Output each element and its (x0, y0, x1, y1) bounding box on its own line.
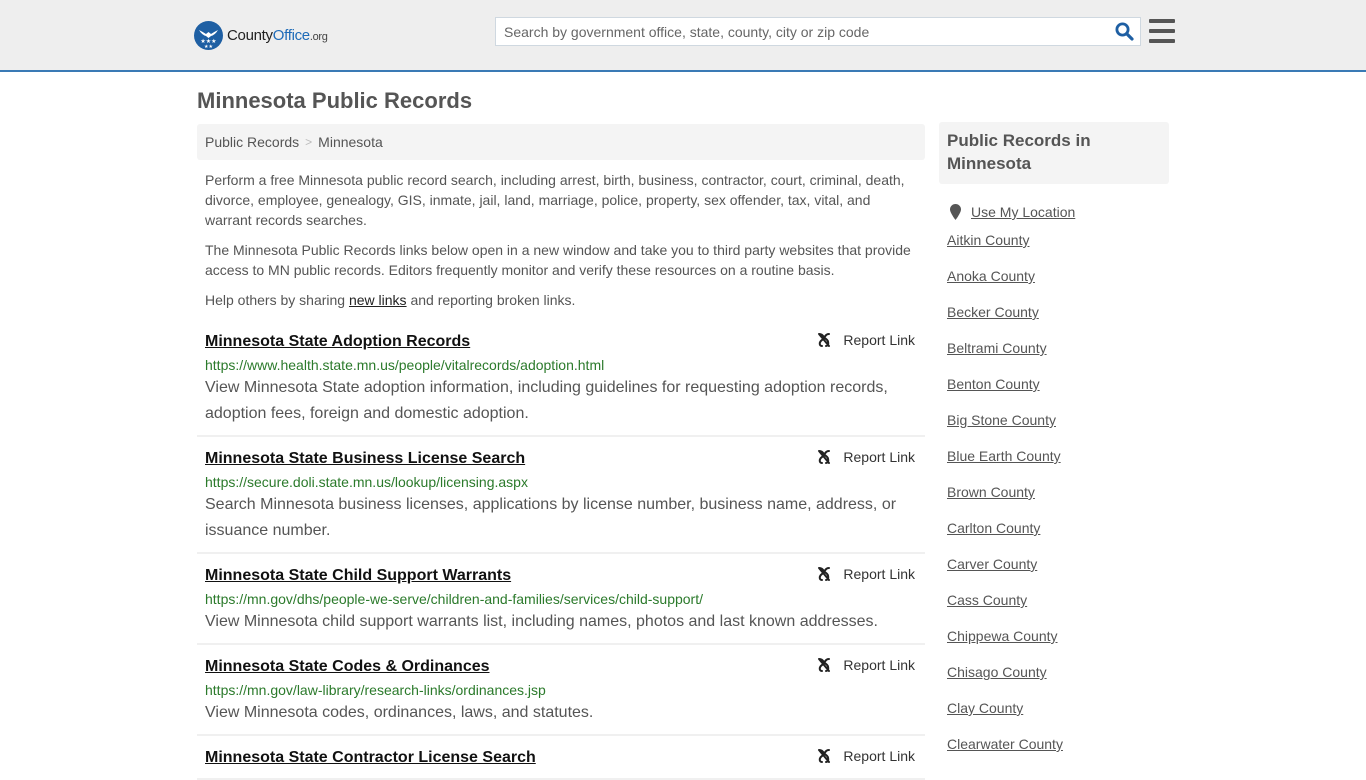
county-item: Blue Earth County (947, 438, 1161, 474)
site-logo[interactable]: ★★★ ★★ CountyOffice.org (194, 20, 328, 50)
site-header: ★★★ ★★ CountyOffice.org (0, 0, 1366, 72)
page-title: Minnesota Public Records (197, 88, 473, 113)
menu-bar (1149, 19, 1175, 23)
county-item: Becker County (947, 294, 1161, 330)
broken-link-icon (818, 658, 831, 672)
sidebar: Public Records in Minnesota Use My Locat… (939, 122, 1169, 762)
county-item: Clearwater County (947, 726, 1161, 762)
broken-link-icon (818, 450, 831, 464)
intro-text: Perform a free Minnesota public record s… (197, 170, 925, 310)
county-link[interactable]: Aitkin County (947, 232, 1029, 248)
breadcrumb-item-public-records[interactable]: Public Records (205, 134, 299, 150)
logo-text: CountyOffice.org (227, 27, 328, 44)
broken-link-icon (818, 333, 831, 347)
record-item: Minnesota State Codes & Ordinances Repor… (197, 645, 925, 736)
county-item: Chippewa County (947, 618, 1161, 654)
menu-bar (1149, 39, 1175, 43)
report-link-button[interactable]: Report Link (816, 566, 915, 582)
county-item: Carlton County (947, 510, 1161, 546)
county-item: Chisago County (947, 654, 1161, 690)
breadcrumb-item-minnesota[interactable]: Minnesota (318, 134, 383, 150)
record-url[interactable]: https://secure.doli.state.mn.us/lookup/l… (205, 472, 917, 492)
logo-text-org: .org (309, 30, 328, 43)
records-list: Minnesota State Adoption Records Report … (197, 326, 925, 780)
record-description: Search Minnesota business licenses, appl… (205, 496, 897, 539)
report-link-button[interactable]: Report Link (816, 449, 915, 465)
record-title-link[interactable]: Minnesota State Business License Search (205, 447, 525, 471)
use-location-item: Use My Location (947, 202, 1161, 222)
intro-paragraph: The Minnesota Public Records links below… (205, 242, 911, 278)
search-button[interactable] (1108, 18, 1140, 45)
help-text: and reporting broken links. (406, 292, 576, 308)
record-url[interactable]: https://mn.gov/dhs/people-we-serve/child… (205, 589, 917, 609)
record-item: Minnesota State Business License Search … (197, 437, 925, 554)
county-link[interactable]: Clearwater County (947, 736, 1063, 752)
county-link[interactable]: Beltrami County (947, 340, 1047, 356)
record-item: Minnesota State Child Support Warrants R… (197, 554, 925, 645)
record-title-link[interactable]: Minnesota State Codes & Ordinances (205, 655, 490, 679)
breadcrumb-separator: > (305, 135, 313, 149)
record-title-link[interactable]: Minnesota State Contractor License Searc… (205, 746, 536, 770)
broken-link-icon (818, 749, 831, 763)
hamburger-menu-button[interactable] (1149, 19, 1175, 43)
report-link-button[interactable]: Report Link (816, 657, 915, 673)
sidebar-heading: Public Records in Minnesota (939, 122, 1169, 184)
county-item: Aitkin County (947, 222, 1161, 258)
main-content: Public Records > Minnesota Perform a fre… (197, 124, 925, 780)
record-item: Minnesota State Contractor License Searc… (197, 736, 925, 780)
county-item: Clay County (947, 690, 1161, 726)
record-description: View Minnesota child support warrants li… (205, 613, 878, 630)
report-link-label: Report Link (843, 566, 915, 582)
report-link-label: Report Link (843, 748, 915, 764)
logo-text-county: County (227, 26, 273, 44)
menu-bar (1149, 29, 1175, 33)
county-link[interactable]: Blue Earth County (947, 448, 1061, 464)
report-link-button[interactable]: Report Link (816, 748, 915, 764)
record-title-link[interactable]: Minnesota State Child Support Warrants (205, 564, 511, 588)
intro-paragraph: Perform a free Minnesota public record s… (205, 172, 905, 228)
county-link[interactable]: Big Stone County (947, 412, 1056, 428)
use-my-location-link[interactable]: Use My Location (971, 204, 1075, 220)
report-link-label: Report Link (843, 332, 915, 348)
new-links-link[interactable]: new links (349, 292, 407, 308)
help-text: Help others by sharing (205, 292, 349, 308)
report-link-label: Report Link (843, 449, 915, 465)
record-url[interactable]: https://www.health.state.mn.us/people/vi… (205, 355, 917, 375)
county-link[interactable]: Benton County (947, 376, 1040, 392)
county-link[interactable]: Clay County (947, 700, 1023, 716)
report-link-button[interactable]: Report Link (816, 332, 915, 348)
record-title-link[interactable]: Minnesota State Adoption Records (205, 330, 470, 354)
county-link[interactable]: Brown County (947, 484, 1035, 500)
broken-link-icon (818, 567, 831, 581)
county-link[interactable]: Carlton County (947, 520, 1040, 536)
logo-text-office: Office (272, 26, 310, 44)
county-item: Anoka County (947, 258, 1161, 294)
record-url[interactable]: https://mn.gov/law-library/research-link… (205, 680, 917, 700)
breadcrumb: Public Records > Minnesota (197, 124, 925, 160)
search-input[interactable] (496, 18, 1108, 45)
county-list: Use My Location Aitkin County Anoka Coun… (939, 202, 1169, 762)
report-link-label: Report Link (843, 657, 915, 673)
county-item: Beltrami County (947, 330, 1161, 366)
county-item: Big Stone County (947, 402, 1161, 438)
county-link[interactable]: Anoka County (947, 268, 1035, 284)
county-link[interactable]: Chisago County (947, 664, 1047, 680)
county-item: Carver County (947, 546, 1161, 582)
search-box (495, 17, 1141, 46)
record-description: View Minnesota State adoption informatio… (205, 379, 888, 422)
help-paragraph: Help others by sharing new links and rep… (205, 290, 917, 310)
county-link[interactable]: Carver County (947, 556, 1037, 572)
county-item: Brown County (947, 474, 1161, 510)
record-description: View Minnesota codes, ordinances, laws, … (205, 704, 594, 721)
county-link[interactable]: Chippewa County (947, 628, 1058, 644)
record-item: Minnesota State Adoption Records Report … (197, 326, 925, 437)
county-item: Benton County (947, 366, 1161, 402)
county-link[interactable]: Cass County (947, 592, 1027, 608)
county-link[interactable]: Becker County (947, 304, 1039, 320)
svg-text:★★: ★★ (204, 44, 213, 50)
map-pin-icon (950, 204, 961, 220)
search-icon (1115, 22, 1134, 41)
county-item: Cass County (947, 582, 1161, 618)
eagle-badge-icon: ★★★ ★★ (194, 20, 223, 50)
